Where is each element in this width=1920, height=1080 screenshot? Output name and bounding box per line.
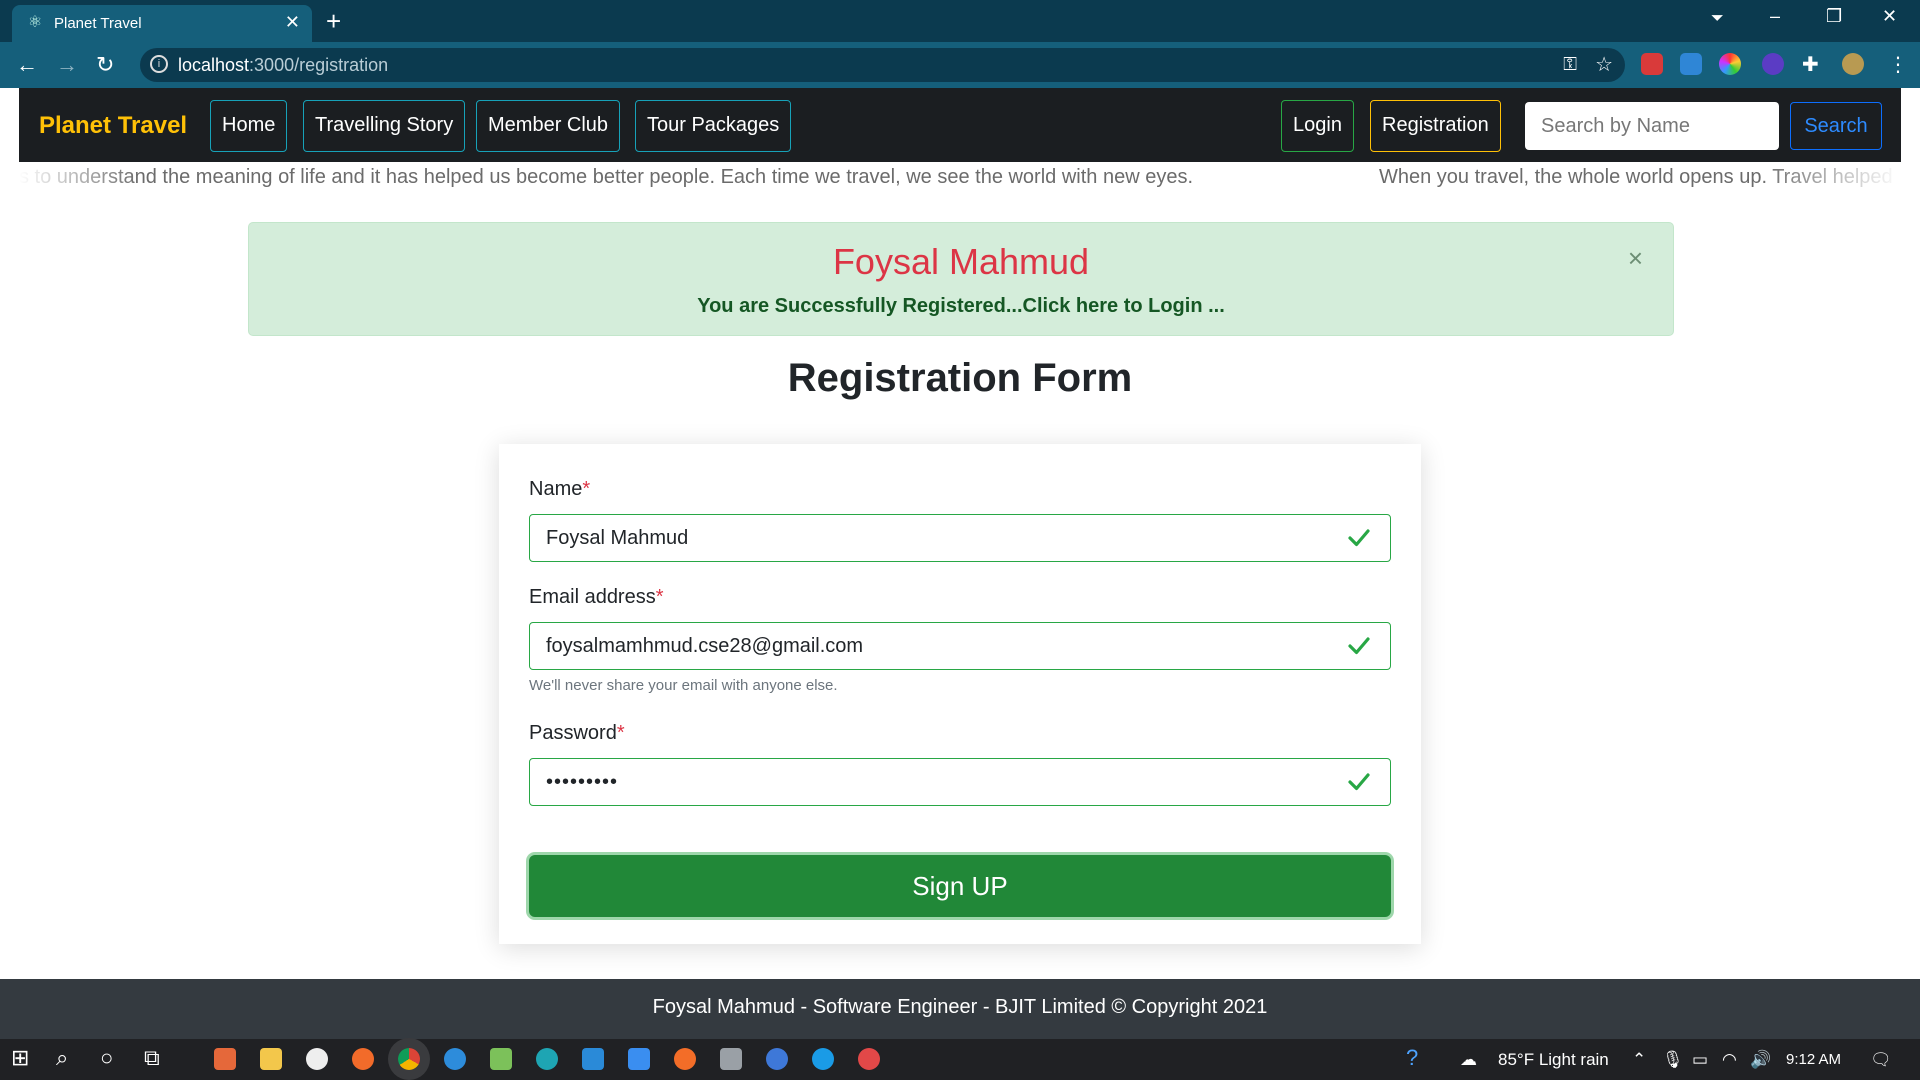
- name-label: Name*: [529, 478, 591, 500]
- chat-app-icon[interactable]: [766, 1048, 788, 1070]
- name-value: Foysal Mahmud: [546, 527, 689, 549]
- site-info-icon[interactable]: i: [150, 55, 168, 73]
- notifications-icon[interactable]: 🗨: [1870, 1050, 1892, 1070]
- email-value: foysalmamhmud.cse28@gmail.com: [546, 635, 864, 657]
- email-field[interactable]: foysalmamhmud.cse28@gmail.com: [529, 622, 1391, 670]
- forward-icon[interactable]: →: [56, 52, 78, 78]
- search-input[interactable]: [1525, 102, 1779, 150]
- search-icon[interactable]: ⌕: [56, 1045, 68, 1071]
- fade-overlay: [1761, 166, 1901, 194]
- github-app-icon[interactable]: [306, 1048, 328, 1070]
- reload-icon[interactable]: ↻: [96, 52, 114, 78]
- battery-icon[interactable]: ▭: [1692, 1050, 1708, 1070]
- key-icon[interactable]: ⚿: [1563, 54, 1577, 75]
- registration-card: Name* Foysal Mahmud Email address* foysa…: [499, 444, 1421, 944]
- tab-title: Planet Travel: [54, 15, 142, 32]
- tab-search-icon[interactable]: ⏷: [1711, 10, 1724, 28]
- skype-app-icon[interactable]: [812, 1048, 834, 1070]
- valid-check-icon: [1348, 773, 1370, 791]
- browser-toolbar: ← → ↻ i localhost:3000/registration ⚿ ☆: [0, 42, 1920, 88]
- site-navbar: Planet Travel Home Travelling Story Memb…: [19, 88, 1901, 162]
- login-link[interactable]: You are Successfully Registered...Click …: [249, 295, 1673, 318]
- edge-app-icon[interactable]: [536, 1048, 558, 1070]
- extension-icon[interactable]: [1680, 53, 1702, 75]
- windows-taskbar: ⊞ ⌕ ○ ⧉ ? ☁ 85°F Light rain ⌃ 🎙 ▭ ◠ 🔊 9:…: [0, 1039, 1920, 1080]
- valid-check-icon: [1348, 637, 1370, 655]
- menu-kebab-icon[interactable]: ⋮: [1888, 52, 1908, 77]
- success-alert: Foysal Mahmud You are Successfully Regis…: [248, 222, 1674, 336]
- brand-logo[interactable]: Planet Travel: [39, 112, 187, 140]
- email-label: Email address*: [529, 586, 664, 608]
- password-field[interactable]: •••••••••: [529, 758, 1391, 806]
- fade-overlay: [19, 166, 139, 194]
- chrome-app-icon[interactable]: [398, 1048, 420, 1070]
- extension-icon[interactable]: [1641, 53, 1663, 75]
- zoom-app-icon[interactable]: [628, 1048, 650, 1070]
- edge-legacy-icon[interactable]: [444, 1048, 466, 1070]
- color-extension-icon[interactable]: [1719, 53, 1741, 75]
- app-icon[interactable]: [858, 1048, 880, 1070]
- page-title: Registration Form: [787, 356, 1133, 400]
- nav-home[interactable]: Home: [210, 100, 288, 152]
- windows-start-icon[interactable]: ⊞: [11, 1045, 29, 1071]
- browser-tab[interactable]: ⚛ Planet Travel ✕: [12, 5, 312, 42]
- cortana-icon[interactable]: ○: [100, 1045, 113, 1071]
- registration-button[interactable]: Registration: [1370, 100, 1501, 152]
- extension-icon[interactable]: [1762, 53, 1784, 75]
- back-icon[interactable]: ←: [16, 52, 38, 78]
- site-footer: Foysal Mahmud - Software Engineer - BJIT…: [0, 979, 1920, 1039]
- alert-user-name: Foysal Mahmud: [832, 241, 1090, 282]
- volume-icon[interactable]: 🔊: [1750, 1050, 1771, 1070]
- window-close-icon[interactable]: ✕: [1882, 6, 1897, 27]
- browser-tab-strip: ⚛ Planet Travel ✕ + ⏷ – ❐ ✕: [0, 0, 1920, 42]
- restore-icon[interactable]: ❐: [1826, 6, 1842, 27]
- file-explorer-icon[interactable]: [260, 1048, 282, 1070]
- calculator-app-icon[interactable]: [720, 1048, 742, 1070]
- address-bar[interactable]: i localhost:3000/registration ⚿ ☆: [140, 48, 1625, 82]
- nav-member-club[interactable]: Member Club: [476, 100, 621, 152]
- firefox-app-icon[interactable]: [674, 1048, 696, 1070]
- password-value: •••••••••: [546, 771, 619, 793]
- nav-travelling-story[interactable]: Travelling Story: [303, 100, 466, 152]
- email-help-text: We'll never share your email with anyone…: [529, 677, 838, 694]
- tab-close-icon[interactable]: ✕: [285, 12, 300, 33]
- notepad-app-icon[interactable]: [490, 1048, 512, 1070]
- postman-app-icon[interactable]: [352, 1048, 374, 1070]
- wifi-icon[interactable]: ◠: [1722, 1050, 1737, 1070]
- vscode-app-icon[interactable]: [582, 1048, 604, 1070]
- puzzle-extensions-icon[interactable]: ✚: [1802, 52, 1819, 77]
- valid-check-icon: [1348, 529, 1370, 547]
- alert-close-icon[interactable]: ×: [1628, 243, 1643, 274]
- tray-chevron-icon[interactable]: ⌃: [1632, 1050, 1646, 1070]
- weather-icon[interactable]: ☁: [1460, 1050, 1477, 1070]
- help-icon[interactable]: ?: [1406, 1045, 1418, 1071]
- sign-up-button[interactable]: Sign UP: [529, 855, 1391, 917]
- task-view-icon[interactable]: ⧉: [144, 1045, 160, 1071]
- nav-tour-packages[interactable]: Tour Packages: [635, 100, 792, 152]
- new-tab-icon[interactable]: +: [326, 6, 341, 37]
- xampp-app-icon[interactable]: [214, 1048, 236, 1070]
- clock-time[interactable]: 9:12 AM: [1786, 1051, 1841, 1068]
- react-favicon-icon: ⚛: [27, 14, 43, 31]
- marquee-banner: s to understand the meaning of life and …: [19, 166, 1901, 194]
- search-button[interactable]: Search: [1790, 102, 1882, 150]
- microphone-icon[interactable]: 🎙: [1662, 1050, 1684, 1070]
- bookmark-star-icon[interactable]: ☆: [1595, 52, 1613, 77]
- marquee-text: s to understand the meaning of life and …: [19, 166, 1194, 188]
- profile-avatar-icon[interactable]: [1842, 53, 1864, 75]
- url-text: localhost:3000/registration: [178, 55, 389, 75]
- weather-text[interactable]: 85°F Light rain: [1498, 1050, 1609, 1070]
- footer-text: Foysal Mahmud - Software Engineer - BJIT…: [652, 996, 1268, 1018]
- name-field[interactable]: Foysal Mahmud: [529, 514, 1391, 562]
- login-button[interactable]: Login: [1281, 100, 1354, 152]
- minimize-icon[interactable]: –: [1770, 6, 1780, 27]
- password-label: Password*: [529, 722, 625, 744]
